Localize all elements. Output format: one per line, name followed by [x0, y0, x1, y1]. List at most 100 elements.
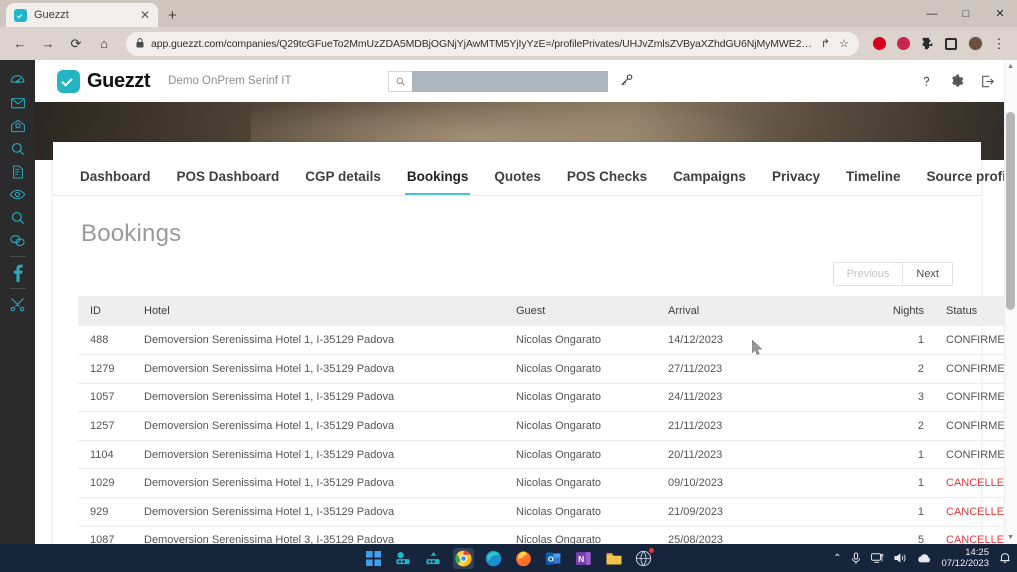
address-bar[interactable]: app.guezzt.com/companies/Q29tcGFueTo2MmU… [126, 31, 859, 56]
cell-arrival: 24/11/2023 [668, 383, 784, 413]
logout-icon[interactable] [981, 75, 995, 88]
dashboard-gauge-icon[interactable] [0, 68, 35, 91]
column-header-guest[interactable]: Guest [516, 296, 668, 326]
cell-arrival: 27/11/2023 [668, 354, 784, 384]
global-search[interactable] [387, 70, 633, 92]
mail-open-icon[interactable] [0, 114, 35, 137]
key-icon[interactable] [619, 73, 633, 89]
cell-guest: Nicolas Ongarato [516, 354, 668, 384]
tab-privacy[interactable]: Privacy [759, 169, 833, 195]
magnifier-icon[interactable] [0, 206, 35, 229]
table-row[interactable]: 1029 Demoversion Serenissima Hotel 1, I-3… [78, 468, 1017, 499]
document-edit-icon[interactable] [0, 160, 35, 183]
window-close-button[interactable]: ✕ [983, 0, 1017, 27]
cloud-icon[interactable] [917, 553, 931, 564]
column-header-hotel[interactable]: Hotel [144, 296, 516, 326]
search-input[interactable] [411, 70, 608, 92]
scroll-down-arrow[interactable]: ▼ [1007, 534, 1014, 541]
settings-gear-icon[interactable] [950, 74, 964, 88]
previous-page-button[interactable]: Previous [833, 263, 904, 285]
share-icon[interactable]: ↱ [821, 37, 830, 50]
chrome-menu-icon[interactable]: ⋮ [989, 34, 1009, 54]
cell-id: 1057 [78, 383, 144, 413]
cell-guest: Nicolas Ongarato [516, 440, 668, 470]
table-row[interactable]: 1057 Demoversion Serenissima Hotel 1, I-3… [78, 383, 1017, 413]
globe-app-icon[interactable] [633, 546, 655, 569]
tab-bookings[interactable]: Bookings [394, 169, 482, 195]
tab-source-profiles[interactable]: Source profiles [914, 169, 1017, 195]
eye-icon[interactable] [0, 183, 35, 206]
mic-icon[interactable] [851, 552, 861, 565]
search-icon[interactable] [0, 137, 35, 160]
table-row[interactable]: 488 Demoversion Serenissima Hotel 1, I-35… [78, 326, 1017, 356]
network-icon[interactable] [871, 552, 884, 564]
mail-closed-icon[interactable] [0, 91, 35, 114]
table-row[interactable]: 1279 Demoversion Serenissima Hotel 1, I-3… [78, 354, 1017, 384]
chrome-icon[interactable] [453, 547, 474, 569]
cell-arrival: 09/10/2023 [668, 468, 784, 499]
opera-extension-icon[interactable] [869, 34, 889, 54]
bookmark-star-icon[interactable]: ☆ [839, 37, 849, 50]
pagination: Previous Next [53, 248, 981, 286]
next-page-button[interactable]: Next [903, 263, 952, 285]
app-logo[interactable]: Guezzt [57, 69, 151, 93]
cell-nights: 1 [880, 440, 924, 470]
notification-badge [648, 546, 655, 554]
help-icon[interactable] [920, 75, 933, 88]
volume-icon[interactable] [894, 552, 907, 564]
taskbar-clock[interactable]: 14:25 07/12/2023 [941, 547, 989, 569]
home-icon[interactable]: ⌂ [92, 32, 116, 56]
facebook-icon[interactable] [0, 261, 35, 284]
table-row[interactable]: 1104 Demoversion Serenissima Hotel 1, I-3… [78, 440, 1017, 470]
forward-icon[interactable]: → [36, 32, 60, 56]
teams-app-icon[interactable] [393, 548, 414, 569]
cell-hotel: Demoversion Serenissima Hotel 1, I-35129… [144, 383, 516, 413]
chat-bubbles-icon[interactable] [0, 229, 35, 252]
back-icon[interactable]: ← [8, 32, 32, 56]
onenote-icon[interactable]: N [573, 548, 594, 569]
tab-campaigns[interactable]: Campaigns [660, 169, 759, 195]
notification-icon[interactable] [999, 552, 1011, 564]
firefox-icon[interactable] [513, 548, 534, 569]
tab-cgp-details[interactable]: CGP details [292, 169, 394, 195]
reload-icon[interactable]: ⟳ [64, 32, 88, 56]
ublock-extension-icon[interactable] [893, 34, 913, 54]
tab-timeline[interactable]: Timeline [833, 169, 914, 195]
tray-chevron-icon[interactable]: ⌃ [833, 553, 841, 564]
cell-nights: 5 [880, 526, 924, 544]
scrollbar-thumb[interactable] [1006, 112, 1015, 310]
tab-pos-dashboard[interactable]: POS Dashboard [164, 169, 293, 195]
outlook-icon[interactable]: O [543, 548, 564, 569]
table-row[interactable]: 929 Demoversion Serenissima Hotel 1, I-35… [78, 497, 1017, 527]
start-button-icon[interactable] [363, 548, 384, 569]
tab-pos-checks[interactable]: POS Checks [554, 169, 660, 195]
cell-arrival: 14/12/2023 [668, 326, 784, 356]
puzzle-extensions-icon[interactable] [917, 34, 937, 54]
remote-app-icon[interactable] [423, 548, 444, 569]
table-row[interactable]: 1257 Demoversion Serenissima Hotel 1, I-3… [78, 411, 1017, 441]
scroll-up-arrow[interactable]: ▲ [1007, 63, 1014, 70]
close-icon[interactable]: ✕ [140, 9, 150, 21]
tab-quotes[interactable]: Quotes [481, 169, 554, 195]
cell-spacer [784, 526, 880, 544]
tools-icon[interactable] [0, 293, 35, 316]
column-header-id[interactable]: ID [78, 296, 144, 326]
column-header-arrival[interactable]: Arrival [668, 296, 784, 326]
minimize-button[interactable]: — [915, 0, 949, 27]
table-row[interactable]: 1087 Demoversion Serenissima Hotel 3, I-3… [78, 526, 1017, 544]
cell-arrival: 21/09/2023 [668, 497, 784, 527]
edge-icon[interactable] [483, 548, 504, 569]
cell-spacer [784, 440, 880, 470]
maximize-button[interactable]: □ [949, 0, 983, 27]
column-header-nights[interactable]: Nights [880, 296, 924, 326]
page-scrollbar[interactable]: ▲ ▼ [1004, 60, 1017, 544]
left-icon-rail [0, 60, 35, 544]
tab-dashboard[interactable]: Dashboard [67, 169, 164, 195]
avatar[interactable] [965, 34, 985, 54]
file-explorer-icon[interactable] [603, 548, 624, 569]
browser-tab[interactable]: Guezzt ✕ [6, 3, 158, 27]
cell-arrival: 25/08/2023 [668, 526, 784, 544]
side-panel-icon[interactable] [941, 34, 961, 54]
new-tab-button[interactable]: + [168, 7, 177, 27]
cell-nights: 1 [880, 468, 924, 499]
